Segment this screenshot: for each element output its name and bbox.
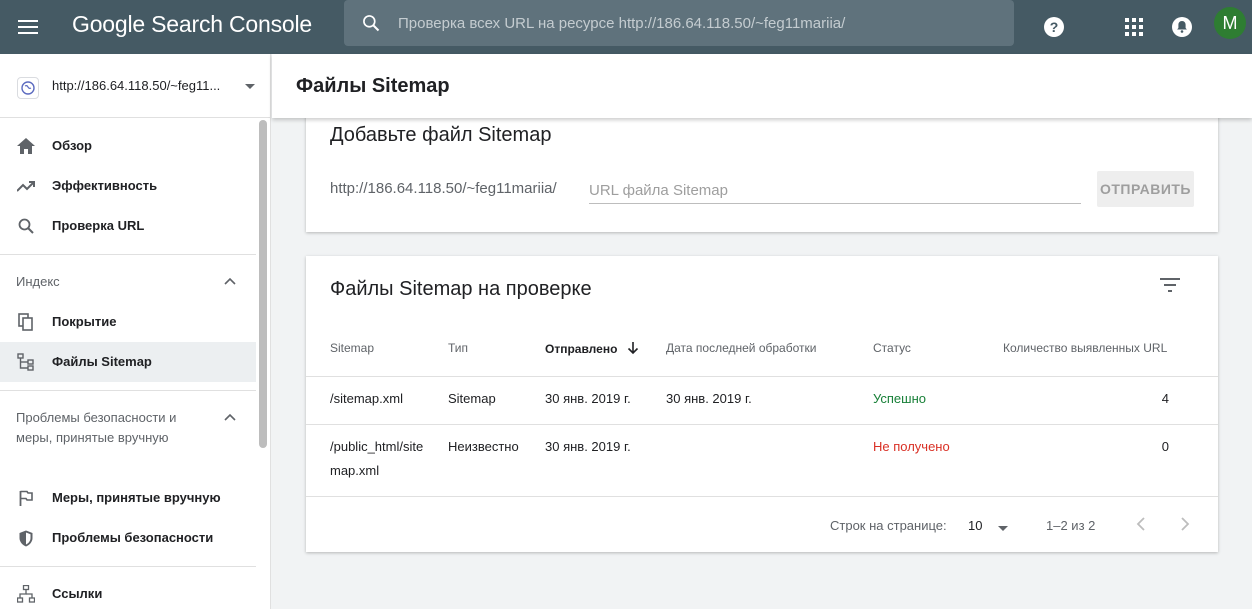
sitemap-icon — [16, 352, 36, 372]
section-title: Индекс — [16, 274, 60, 289]
search-input[interactable] — [398, 14, 1014, 32]
table-divider — [306, 424, 1218, 425]
section-header-index[interactable]: Индекс — [0, 262, 256, 302]
page-title: Файлы Sitemap — [296, 75, 450, 97]
copy-icon — [16, 312, 36, 332]
chevron-up-icon — [224, 277, 236, 285]
home-icon — [16, 136, 36, 156]
cell-discovered-urls: 4 — [1161, 391, 1169, 406]
dropdown-caret-icon — [998, 526, 1008, 531]
arrow-down-icon — [627, 342, 638, 355]
submitted-sitemaps-title: Файлы Sitemap на проверке — [330, 278, 592, 300]
bell-icon — [1172, 17, 1192, 37]
rows-per-page-select[interactable]: 10 — [966, 514, 1014, 538]
cell-type: Sitemap — [448, 391, 496, 406]
add-sitemap-title: Добавьте файл Sitemap — [330, 124, 552, 146]
section-title: Проблемы безопасности и меры, принятые в… — [16, 410, 177, 445]
column-header-last-read[interactable]: Дата последней обработки — [666, 341, 816, 355]
sidebar-item-label: Эффективность — [52, 178, 158, 193]
links-icon — [16, 584, 36, 604]
apps-grid-icon — [1125, 18, 1143, 36]
apps-button[interactable] — [1114, 7, 1154, 47]
flag-icon — [16, 488, 36, 508]
cell-status: Не получено — [873, 439, 950, 454]
property-url: http://186.64.118.50/~feg11... — [52, 78, 221, 93]
sidebar-item-links[interactable]: Ссылки — [0, 574, 256, 609]
sidebar-item-performance[interactable]: Эффективность — [0, 166, 256, 206]
sidebar-item-coverage[interactable]: Покрытие — [0, 302, 256, 342]
column-header-submitted[interactable]: Отправлено — [545, 341, 639, 356]
sitemap-url-input[interactable] — [589, 178, 1081, 204]
app-logo[interactable]: Google Search Console — [72, 10, 312, 38]
sidebar-item-label: Проверка URL — [52, 218, 145, 233]
sidebar-item-overview[interactable]: Обзор — [0, 126, 256, 166]
search-icon[interactable] — [344, 0, 398, 46]
column-header-sitemap[interactable]: Sitemap — [330, 341, 374, 355]
cell-discovered-urls: 0 — [1161, 439, 1169, 454]
cell-submitted: 30 янв. 2019 г. — [545, 439, 631, 454]
property-selector[interactable]: http://186.64.118.50/~feg11... — [0, 54, 270, 118]
sidebar-item-label: Меры, принятые вручную — [52, 490, 221, 505]
previous-page-button[interactable] — [1129, 512, 1153, 536]
column-header-status[interactable]: Статус — [873, 341, 911, 355]
cell-sitemap: /sitemap.xml — [330, 391, 403, 406]
cell-type: Неизвестно — [448, 439, 519, 454]
chevron-right-icon — [1181, 517, 1190, 531]
sidebar-item-label: Файлы Sitemap — [52, 354, 152, 369]
sidebar-item-label: Проблемы безопасности — [52, 530, 214, 545]
cell-sitemap: /public_html/sitemap.xml — [330, 439, 424, 478]
svg-text:?: ? — [1050, 19, 1059, 35]
rows-per-page-value: 10 — [968, 518, 983, 533]
page-header: Файлы Sitemap — [272, 54, 1252, 118]
cell-last-read: 30 янв. 2019 г. — [666, 391, 752, 406]
submitted-sitemaps-card: Файлы Sitemap на проверке Sitemap Тип От… — [306, 256, 1218, 552]
sidebar-divider — [0, 566, 256, 567]
table-divider — [306, 496, 1218, 497]
filter-button[interactable] — [1156, 274, 1184, 296]
column-header-type[interactable]: Тип — [448, 341, 468, 355]
submit-sitemap-button[interactable]: ОТПРАВИТЬ — [1097, 171, 1194, 207]
section-header-security[interactable]: Проблемы безопасности и меры, принятые в… — [0, 398, 256, 474]
account-avatar[interactable]: M — [1214, 7, 1246, 39]
url-inspection-search — [344, 0, 1014, 46]
add-sitemap-card: Добавьте файл Sitemap http://186.64.118.… — [306, 100, 1218, 232]
table-divider — [306, 376, 1218, 377]
sidebar-item-label: Обзор — [52, 138, 92, 153]
main-menu-button[interactable] — [10, 9, 46, 45]
cell-status: Успешно — [873, 391, 926, 406]
sidebar-item-sitemaps[interactable]: Файлы Sitemap — [0, 342, 256, 382]
pagination-range: 1–2 из 2 — [1046, 518, 1096, 533]
sidebar-item-url-inspection[interactable]: Проверка URL — [0, 206, 256, 246]
top-app-bar: Google Search Console ? M — [0, 0, 1252, 54]
menu-icon — [18, 20, 38, 34]
chevron-left-icon — [1136, 517, 1145, 531]
chevron-up-icon — [224, 413, 236, 421]
dropdown-caret-icon — [245, 84, 255, 89]
trending-up-icon — [16, 176, 36, 196]
cell-submitted: 30 янв. 2019 г. — [545, 391, 631, 406]
sidebar-item-label: Ссылки — [52, 586, 103, 601]
column-header-discovered-urls[interactable]: Количество выявленных URL — [1003, 341, 1167, 355]
sidebar-scrollbar[interactable] — [259, 120, 267, 448]
sidebar-item-security-issues[interactable]: Проблемы безопасности — [0, 518, 256, 558]
sidebar: http://186.64.118.50/~feg11... Обзор Эфф… — [0, 54, 271, 609]
sidebar-divider — [0, 254, 256, 255]
shield-icon — [16, 528, 36, 548]
rows-per-page-label: Строк на странице: — [830, 518, 947, 533]
sidebar-item-manual-actions[interactable]: Меры, принятые вручную — [0, 478, 256, 518]
help-icon: ? — [1044, 17, 1064, 37]
next-page-button[interactable] — [1173, 512, 1197, 536]
filter-icon — [1160, 278, 1180, 292]
search-icon — [16, 216, 36, 236]
sidebar-item-label: Покрытие — [52, 314, 117, 329]
column-header-label: Отправлено — [545, 342, 618, 356]
sitemap-url-prefix: http://186.64.118.50/~feg11mariia/ — [330, 180, 557, 197]
notifications-button[interactable] — [1162, 7, 1202, 47]
globe-icon — [17, 77, 39, 99]
help-button[interactable]: ? — [1034, 7, 1074, 47]
sidebar-divider — [0, 390, 256, 391]
